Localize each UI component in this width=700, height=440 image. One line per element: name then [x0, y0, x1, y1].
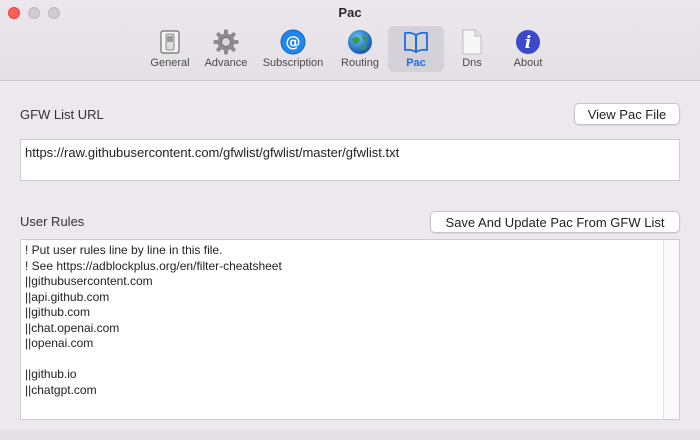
- rule-line: ||chatgpt.com: [25, 382, 97, 397]
- tab-about-label: About: [513, 57, 543, 69]
- at-sign-icon: @: [279, 29, 307, 55]
- tab-about[interactable]: i About: [500, 26, 556, 72]
- info-icon: i: [514, 29, 542, 55]
- document-icon: [458, 29, 486, 55]
- gfw-url-field[interactable]: https://raw.githubusercontent.com/gfwlis…: [20, 139, 680, 181]
- globe-icon: [346, 29, 374, 55]
- rule-line: ||api.github.com: [25, 289, 110, 304]
- rule-line: ! Put user rules line by line in this fi…: [25, 243, 223, 257]
- svg-text:i: i: [525, 33, 531, 53]
- title-bar: Pac General Advance @ Subscription Routi…: [0, 0, 700, 81]
- tab-pac[interactable]: Pac: [388, 26, 444, 72]
- rule-line: ||chat.openai.com: [25, 320, 120, 335]
- rule-line: ||github.com: [25, 305, 90, 319]
- tab-routing-label: Routing: [341, 57, 379, 69]
- window-bottom-edge: [0, 430, 700, 440]
- rule-line: ||github.io: [25, 367, 77, 381]
- gfw-list-url-label: GFW List URL: [20, 107, 104, 122]
- tab-routing[interactable]: Routing: [332, 26, 388, 72]
- rule-line: [25, 352, 675, 368]
- tab-advance-label: Advance: [204, 57, 248, 69]
- rule-line: ||openai.com: [25, 336, 94, 350]
- window-title: Pac: [338, 5, 362, 20]
- save-and-update-pac-button[interactable]: Save And Update Pac From GFW List: [430, 211, 680, 233]
- tab-general[interactable]: General: [142, 26, 198, 72]
- tab-advance[interactable]: Advance: [198, 26, 254, 72]
- rule-line: ||githubusercontent.com: [25, 274, 153, 288]
- tab-pac-label: Pac: [406, 57, 426, 69]
- svg-text:@: @: [286, 33, 301, 51]
- view-pac-file-button[interactable]: View Pac File: [574, 103, 680, 125]
- user-rules-text[interactable]: ! Put user rules line by line in this fi…: [21, 240, 679, 401]
- tab-general-label: General: [150, 57, 190, 69]
- tab-subscription[interactable]: @ Subscription: [254, 26, 332, 72]
- rule-line: ! See https://adblockplus.org/en/filter-…: [25, 258, 282, 273]
- switch-icon: [156, 29, 184, 55]
- preferences-window: Pac General Advance @ Subscription Routi…: [0, 0, 700, 440]
- preferences-toolbar: General Advance @ Subscription Routing P…: [142, 26, 556, 78]
- tab-dns-label: Dns: [462, 57, 482, 69]
- gear-icon: [212, 29, 240, 55]
- book-icon: [402, 29, 430, 55]
- user-rules-label: User Rules: [20, 214, 85, 229]
- tab-subscription-label: Subscription: [262, 57, 324, 69]
- user-rules-editor[interactable]: ! Put user rules line by line in this fi…: [20, 239, 680, 420]
- tab-dns[interactable]: Dns: [444, 26, 500, 72]
- rules-scrollbar[interactable]: [663, 240, 679, 419]
